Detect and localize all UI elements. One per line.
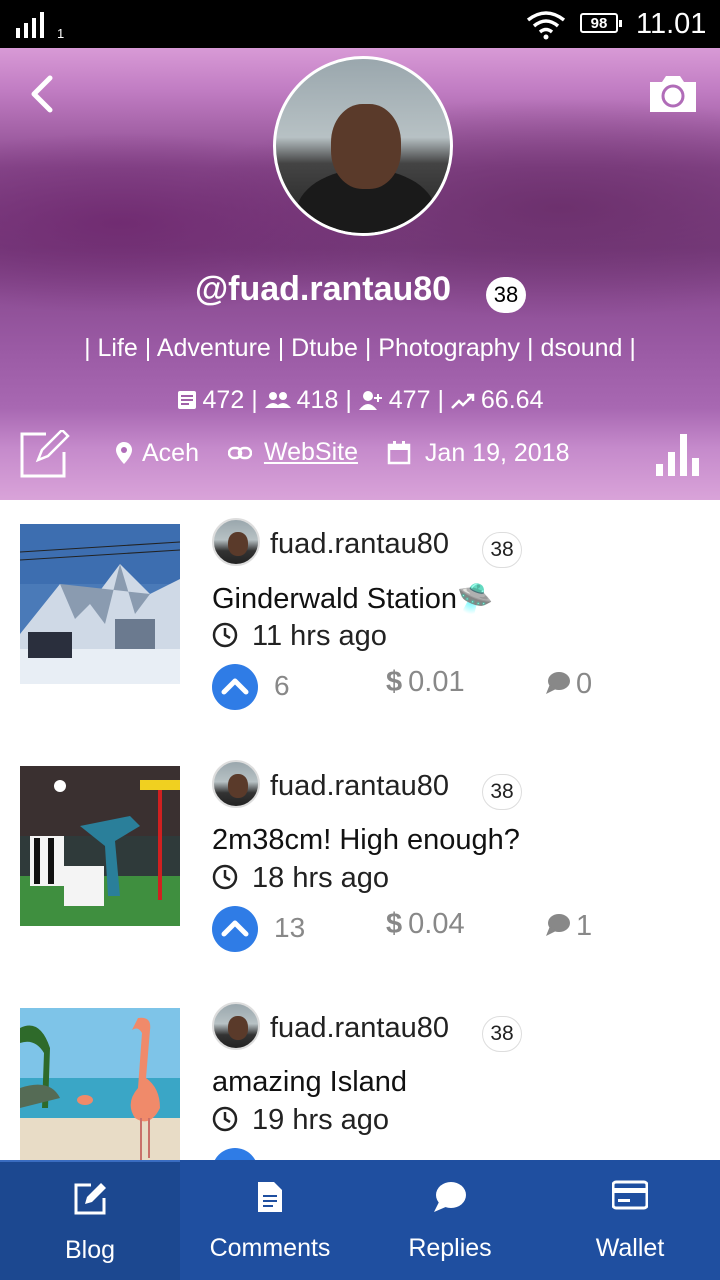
calendar-icon <box>387 441 411 465</box>
posts-icon <box>177 391 196 409</box>
sim-indicator: 1 <box>57 26 65 41</box>
comment-count-text: 0 <box>576 668 593 700</box>
post-time-text: 18 hrs ago <box>252 862 390 894</box>
post-author-reputation: 38 <box>482 774 522 810</box>
tab-comments-label: Comments <box>209 1234 331 1262</box>
payout-value[interactable]: $0.04 <box>386 908 465 941</box>
profile-location: Aceh <box>142 438 199 467</box>
comment-count-text: 1 <box>576 910 593 942</box>
followers-icon <box>264 392 291 408</box>
bar-chart-icon[interactable] <box>656 434 702 476</box>
post-author-avatar[interactable] <box>212 760 260 808</box>
tab-comments[interactable]: Comments <box>180 1160 360 1280</box>
payout-value[interactable]: $0.01 <box>386 666 465 699</box>
comment-icon <box>546 914 570 936</box>
post-time: 18 hrs ago <box>212 862 389 895</box>
profile-stats: 472 | 418 | 477 | 66.64 <box>0 386 720 415</box>
comment-count[interactable]: 1 <box>544 910 592 943</box>
back-arrow-icon[interactable] <box>24 72 60 116</box>
clock-icon <box>212 1106 238 1132</box>
post-time: 19 hrs ago <box>212 1104 389 1137</box>
tab-replies-label: Replies <box>408 1234 492 1262</box>
status-bar: 1 98 11.01 <box>0 0 720 48</box>
vote-count[interactable]: 13 <box>274 912 305 944</box>
edit-profile-icon[interactable] <box>20 430 70 478</box>
steem-power-value: 66.64 <box>480 386 544 414</box>
posts-count[interactable]: 472 <box>203 386 245 414</box>
comment-icon <box>546 672 570 694</box>
vote-count[interactable]: 6 <box>274 670 290 702</box>
post-time-text: 19 hrs ago <box>252 1104 390 1136</box>
post-time-text: 11 hrs ago <box>252 620 387 652</box>
link-icon <box>227 447 253 460</box>
profile-header: @fuad.rantau80 38 | Life | Adventure | D… <box>0 48 720 500</box>
dollar-icon: $ <box>386 666 403 698</box>
post-title[interactable]: Ginderwald Station🛸 <box>212 582 493 616</box>
upvote-icon <box>221 920 249 937</box>
joined-date: Jan 19, 2018 <box>424 438 570 467</box>
post-thumbnail[interactable] <box>20 524 180 684</box>
post-title[interactable]: amazing Island <box>212 1066 407 1099</box>
tab-wallet-label: Wallet <box>595 1234 665 1262</box>
edit-icon <box>74 1183 106 1215</box>
tab-blog[interactable]: Blog <box>0 1160 180 1280</box>
profile-about: | Life | Adventure | Dtube | Photography… <box>84 334 636 362</box>
post-author-avatar[interactable] <box>212 1002 260 1050</box>
post-author-avatar[interactable] <box>212 518 260 566</box>
post-author[interactable]: fuad.rantau80 <box>270 1012 449 1045</box>
upvote-button[interactable] <box>212 664 258 710</box>
profile-meta: Aceh WebSite Jan 19, 2018 <box>116 438 570 468</box>
credit-card-icon <box>611 1180 649 1210</box>
post-thumbnail[interactable] <box>20 1008 180 1168</box>
post-author-reputation: 38 <box>482 532 522 568</box>
post-author[interactable]: fuad.rantau80 <box>270 528 449 561</box>
location-pin-icon <box>116 442 132 465</box>
tab-replies[interactable]: Replies <box>360 1160 540 1280</box>
clock-icon <box>212 622 238 648</box>
post-thumbnail[interactable] <box>20 766 180 926</box>
wifi-icon <box>526 11 566 40</box>
following-icon <box>358 391 382 410</box>
tab-blog-label: Blog <box>64 1236 116 1264</box>
signal-icon <box>16 12 44 38</box>
clock: 11.01 <box>636 8 707 40</box>
following-count[interactable]: 477 <box>389 386 431 414</box>
document-icon <box>258 1182 282 1212</box>
post-time: 11 hrs ago <box>212 620 387 653</box>
post-item[interactable]: fuad.rantau80 38 2m38cm! High enough? 18… <box>0 744 720 988</box>
post-title[interactable]: 2m38cm! High enough? <box>212 824 520 857</box>
chat-bubble-icon <box>434 1182 466 1212</box>
trending-up-icon <box>451 393 475 409</box>
payout-amount: 0.04 <box>408 908 465 940</box>
bottom-navigation: Blog Comments Replies Wallet <box>0 1160 720 1280</box>
battery-indicator: 98 <box>580 13 622 33</box>
payout-amount: 0.01 <box>408 666 465 698</box>
website-link[interactable]: WebSite <box>264 438 358 466</box>
tab-wallet[interactable]: Wallet <box>540 1160 720 1280</box>
comment-count[interactable]: 0 <box>544 668 592 701</box>
profile-avatar[interactable] <box>273 56 453 236</box>
post-author-reputation: 38 <box>482 1016 522 1052</box>
followers-count[interactable]: 418 <box>297 386 339 414</box>
post-item[interactable]: fuad.rantau80 38 Ginderwald Station🛸 11 … <box>0 502 720 746</box>
upvote-button[interactable] <box>212 906 258 952</box>
profile-username: @fuad.rantau80 <box>195 270 452 308</box>
reputation-badge: 38 <box>486 277 526 313</box>
upvote-icon <box>221 678 249 695</box>
dollar-icon: $ <box>386 908 403 940</box>
clock-icon <box>212 864 238 890</box>
post-author[interactable]: fuad.rantau80 <box>270 770 449 803</box>
camera-icon[interactable] <box>646 72 700 116</box>
